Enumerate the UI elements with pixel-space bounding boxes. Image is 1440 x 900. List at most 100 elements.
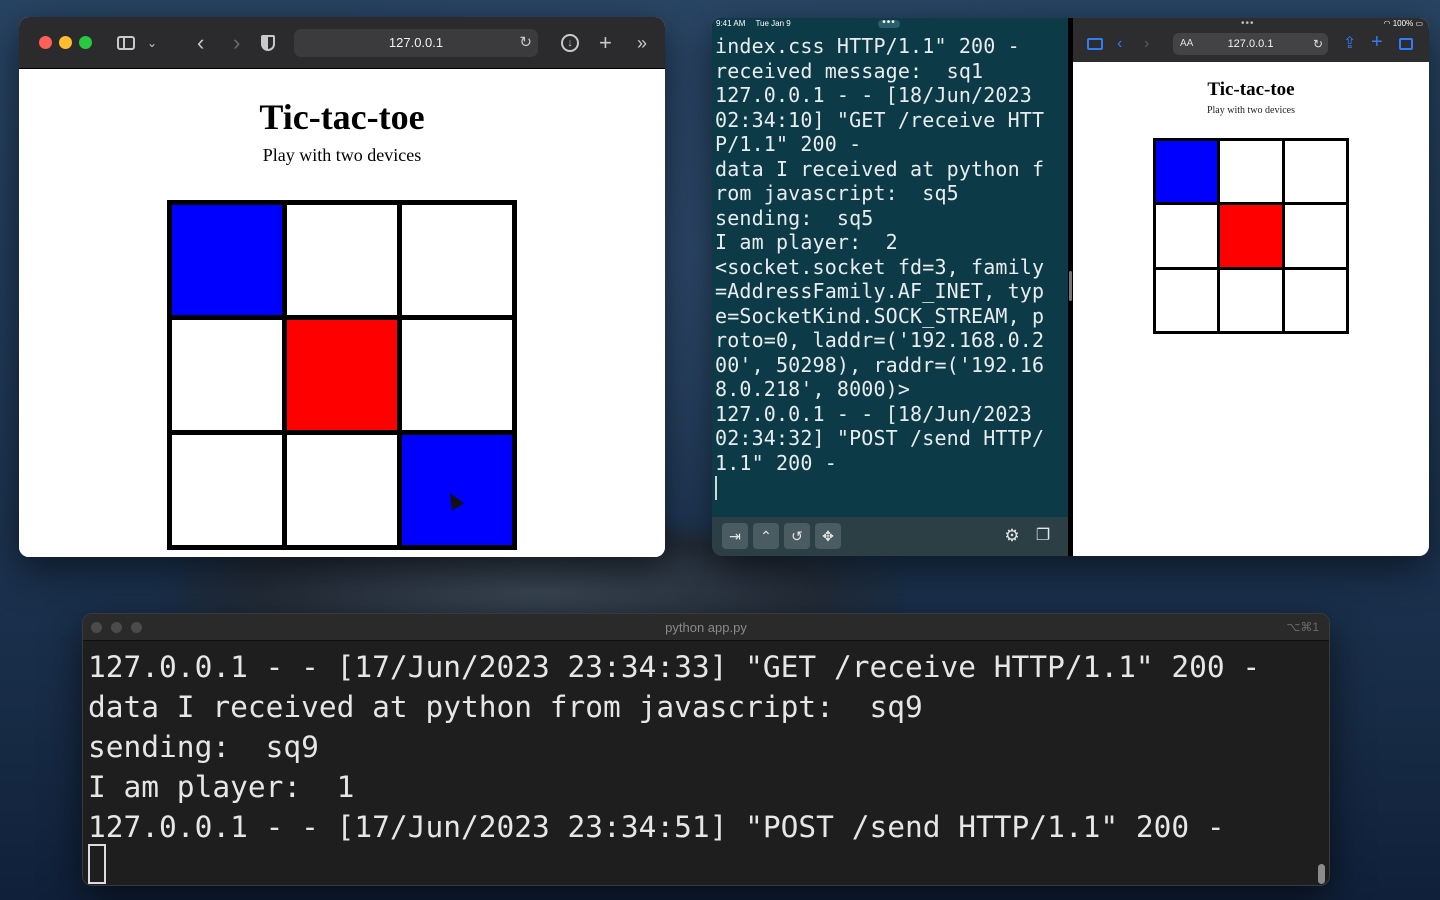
wifi-icon: ◠ [1383, 19, 1391, 28]
mouse-pointer-icon [443, 489, 465, 511]
board-square-7[interactable] [172, 435, 282, 545]
forward-arrow-icon[interactable]: › [1144, 36, 1149, 52]
zoom-window-button[interactable] [79, 36, 92, 49]
terminal-line: index.css HTTP/1.1" 200 - [715, 34, 1020, 58]
forward-arrow-icon[interactable]: › [233, 31, 240, 55]
address-bar[interactable]: AA 127.0.0.1 ↻ [1173, 33, 1328, 55]
web-page: Tic-tac-toe Play with two devices [1073, 62, 1429, 556]
settings-gear-icon[interactable]: ⚙ [999, 523, 1025, 549]
terminal-line: data I received at python f [715, 156, 1045, 181]
status-time: 9:41 AM [716, 19, 746, 28]
board-square-7[interactable] [1156, 269, 1218, 331]
minimize-window-button[interactable] [59, 36, 72, 49]
board-square-8[interactable] [287, 435, 397, 545]
download-icon[interactable]: ↓ [561, 34, 579, 52]
terminal-line: rom javascript: sq5 [715, 181, 959, 205]
terminal-caret [715, 476, 717, 500]
board-square-1[interactable] [1156, 141, 1218, 203]
reader-aa-button[interactable]: AA [1180, 33, 1193, 55]
terminal-line: 127.0.0.1 - - [18/Jun/2023 [715, 401, 1032, 426]
board-square-1[interactable] [172, 205, 282, 315]
battery-percent: 100% [1392, 19, 1414, 28]
board-square-4[interactable] [1156, 205, 1218, 267]
ipad-terminal-app: 9:41 AM Tue Jan 9 ••• index.css HTTP/1.1… [712, 18, 1068, 556]
terminal-scrollbar[interactable] [1318, 864, 1325, 884]
board-square-2[interactable] [1220, 141, 1282, 203]
terminal-line: 00', 50298), raddr=('192.16 [715, 352, 1045, 377]
board-square-9[interactable] [1284, 269, 1346, 331]
back-arrow-icon[interactable]: ‹ [197, 31, 204, 55]
terminal-line: 127.0.0.1 - - [17/Jun/2023 23:34:51] "PO… [88, 810, 1225, 844]
terminal-line: P/1.1" 200 - [715, 132, 862, 156]
terminal-line: 127.0.0.1 - - [17/Jun/2023 23:34:33] "GE… [88, 650, 1261, 684]
terminal-line: data I received at python from javascrip… [88, 690, 923, 724]
terminal-key-bar: ⇥ ⌃ ↺ ✥ ⚙ ❐ [712, 517, 1068, 556]
ipad-terminal-output: index.css HTTP/1.1" 200 - received messag… [715, 34, 1065, 475]
ipad-safari-toolbar: ••• ◠ 100% ▭ ‹ › AA 127.0.0.1 ↻ ⇪ + [1073, 18, 1429, 62]
chevron-down-icon[interactable]: ⌄ [147, 31, 157, 55]
escape-key-icon[interactable]: ↺ [784, 523, 810, 549]
terminal-line: 8.0.218', 8000)> [715, 377, 911, 401]
board-square-2[interactable] [287, 205, 397, 315]
board-square-5[interactable] [1220, 205, 1282, 267]
terminal-line: 02:34:10] "GET /receive HTT [715, 107, 1045, 132]
board-square-8[interactable] [1220, 269, 1282, 331]
board-square-6[interactable] [402, 320, 512, 430]
safari-toolbar: ⌄ ‹ › 127.0.0.1 ↻ ↓ + » [19, 17, 665, 69]
terminal-line: =AddressFamily.AF_INET, typ [715, 279, 1045, 303]
page-subtitle: Play with two devices [262, 145, 422, 165]
terminal-line: sending: sq5 [715, 205, 874, 230]
page-title: Tic-tac-toe [259, 97, 425, 137]
ipad-status-bar: 9:41 AM Tue Jan 9 [716, 19, 799, 28]
tab-key-icon[interactable]: ⇥ [722, 523, 748, 549]
terminal-window: python app.py ⌥⌘1 127.0.0.1 - - [17/Jun/… [82, 613, 1330, 886]
new-tab-plus-icon[interactable]: + [1371, 32, 1383, 52]
ipad-safari-app: ••• ◠ 100% ▭ ‹ › AA 127.0.0.1 ↻ ⇪ + Tic-… [1073, 18, 1429, 556]
terminal-line: roto=0, laddr=('192.168.0.2 [715, 328, 1045, 352]
page-subtitle: Play with two devices [1206, 105, 1296, 116]
clipboard-icon[interactable]: ❐ [1030, 523, 1056, 549]
address-text: 127.0.0.1 [1227, 38, 1274, 50]
sidebar-toggle-icon[interactable] [1087, 38, 1103, 50]
board-square-5[interactable] [287, 320, 397, 430]
terminal-line: <socket.socket fd=3, family [715, 254, 1045, 279]
more-chevrons-icon[interactable]: » [637, 31, 647, 55]
address-bar[interactable]: 127.0.0.1 ↻ [294, 29, 538, 57]
ipad-system-status: ◠ 100% ▭ [1384, 19, 1423, 28]
tic-tac-toe-board [167, 200, 517, 550]
status-date: Tue Jan 9 [755, 19, 791, 28]
terminal-line: 127.0.0.1 - - [18/Jun/2023 [715, 83, 1032, 107]
web-page: Tic-tac-toe Play with two devices [19, 69, 665, 557]
address-text: 127.0.0.1 [388, 35, 444, 50]
ipad-screen: 9:41 AM Tue Jan 9 ••• index.css HTTP/1.1… [712, 18, 1429, 556]
page-title: Tic-tac-toe [1207, 79, 1295, 100]
reload-icon[interactable]: ↻ [1313, 33, 1323, 55]
split-view-handle[interactable] [1069, 271, 1072, 301]
new-tab-plus-icon[interactable]: + [599, 31, 612, 55]
share-icon[interactable]: ⇪ [1343, 36, 1356, 52]
board-square-3[interactable] [1284, 141, 1346, 203]
privacy-shield-icon[interactable] [261, 35, 275, 51]
arrow-keys-icon[interactable]: ✥ [815, 523, 841, 549]
board-square-6[interactable] [1284, 205, 1346, 267]
board-square-3[interactable] [402, 205, 512, 315]
multitasking-dots-icon[interactable]: ••• [878, 18, 900, 28]
terminal-line: I am player: 1 [88, 770, 355, 804]
terminal-titlebar: python app.py ⌥⌘1 [83, 614, 1329, 641]
battery-icon: ▭ [1415, 19, 1423, 28]
board-square-4[interactable] [172, 320, 282, 430]
close-window-button[interactable] [39, 36, 52, 49]
terminal-line: I am player: 2 [715, 230, 898, 254]
ctrl-key-icon[interactable]: ⌃ [753, 523, 779, 549]
terminal-shortcut: ⌥⌘1 [1286, 620, 1319, 634]
multitasking-dots-icon[interactable]: ••• [1241, 18, 1255, 29]
reload-icon[interactable]: ↻ [519, 29, 532, 57]
terminal-line: sending: sq9 [88, 730, 319, 764]
terminal-output: 127.0.0.1 - - [17/Jun/2023 23:34:33] "GE… [88, 647, 1260, 847]
tab-overview-icon[interactable] [1399, 38, 1413, 50]
board-square-9[interactable] [402, 435, 512, 545]
tic-tac-toe-board [1153, 138, 1349, 334]
back-arrow-icon[interactable]: ‹ [1117, 36, 1122, 52]
sidebar-toggle-icon[interactable] [117, 36, 135, 50]
terminal-cursor [88, 844, 106, 884]
